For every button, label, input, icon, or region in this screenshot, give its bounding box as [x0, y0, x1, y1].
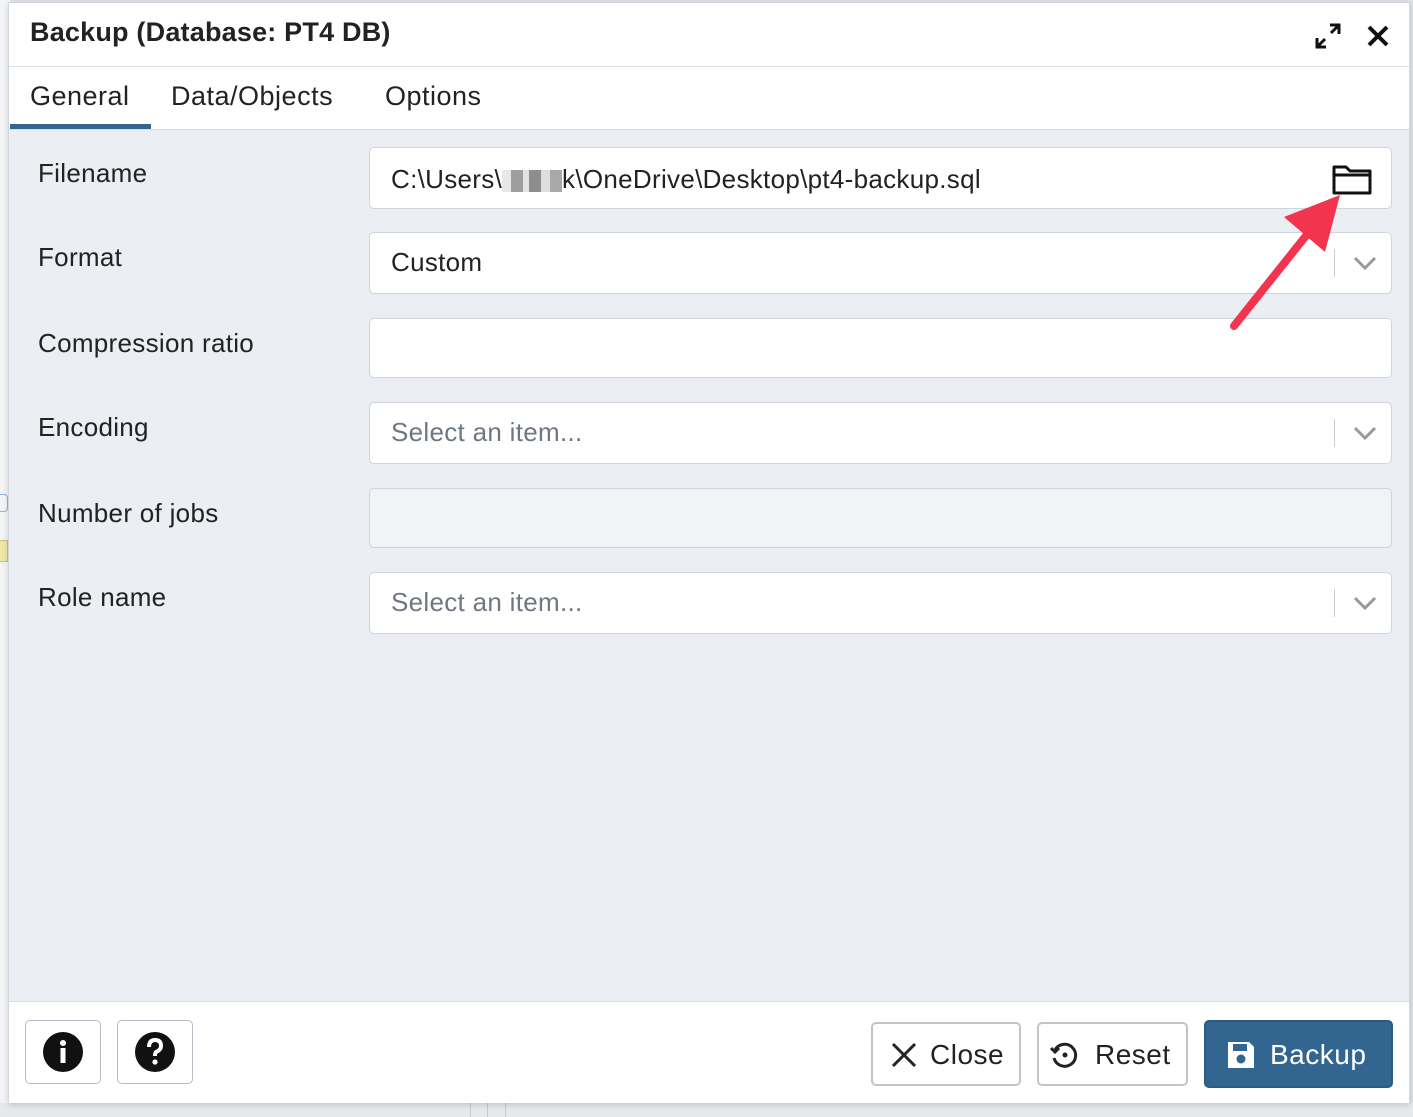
help-button[interactable] [117, 1020, 193, 1084]
expand-arrows-icon [1315, 23, 1341, 49]
role-label: Role name [38, 582, 167, 612]
encoding-label: Encoding [38, 412, 149, 442]
close-dialog-button[interactable] [1363, 21, 1393, 51]
role-placeholder: Select an item... [391, 587, 583, 617]
background-tree-node [0, 494, 8, 512]
active-tab-indicator [10, 124, 151, 129]
format-select[interactable]: Custom [369, 232, 1392, 294]
chevron-down-icon [1353, 596, 1377, 611]
dialog-footer: Close Reset Backup [9, 1001, 1409, 1103]
close-x-icon [1367, 25, 1389, 47]
close-button[interactable]: Close [871, 1022, 1021, 1086]
compression-input[interactable] [369, 318, 1392, 378]
backup-dialog: Backup (Database: PT4 DB) General Data/O… [8, 2, 1410, 1103]
jobs-input[interactable] [369, 488, 1392, 548]
reset-button-label: Reset [1095, 1039, 1171, 1070]
backup-button-label: Backup [1270, 1039, 1367, 1070]
save-icon [1228, 1042, 1254, 1068]
format-label: Format [38, 242, 123, 272]
compression-label: Compression ratio [38, 328, 255, 358]
tab-general[interactable]: General [30, 81, 130, 112]
help-icon [135, 1032, 175, 1072]
filename-label: Filename [38, 158, 148, 188]
chevron-down-icon [1353, 426, 1377, 441]
role-select[interactable]: Select an item... [369, 572, 1392, 634]
info-button[interactable] [25, 1020, 101, 1084]
filename-field[interactable]: C:\Users\ k\OneDrive\Desktop\pt4-backup.s… [369, 147, 1392, 209]
filename-value: C:\Users\ k\OneDrive\Desktop\pt4-backup.s… [391, 164, 981, 194]
tab-bar: General Data/Objects Options [9, 67, 1409, 130]
select-separator [1334, 419, 1335, 447]
tab-data-objects[interactable]: Data/Objects [171, 81, 333, 112]
background-tree-node-highlight [0, 540, 8, 562]
dialog-titlebar: Backup (Database: PT4 DB) [9, 3, 1409, 67]
select-separator [1334, 249, 1335, 277]
encoding-placeholder: Select an item... [391, 417, 583, 447]
chevron-down-icon [1353, 256, 1377, 271]
maximize-button[interactable] [1313, 21, 1343, 51]
backup-button[interactable]: Backup [1204, 1020, 1393, 1088]
background-bottom-strip [0, 1103, 1413, 1117]
info-icon [43, 1032, 83, 1072]
tab-options[interactable]: Options [385, 81, 482, 112]
close-x-icon [891, 1042, 917, 1068]
reset-icon [1049, 1042, 1078, 1068]
folder-icon[interactable] [1331, 162, 1373, 196]
reset-button[interactable]: Reset [1037, 1022, 1188, 1086]
encoding-select[interactable]: Select an item... [369, 402, 1392, 464]
dialog-title: Backup (Database: PT4 DB) [30, 17, 391, 47]
close-button-label: Close [930, 1039, 1005, 1070]
redacted-username [502, 170, 563, 193]
format-value: Custom [391, 247, 483, 277]
select-separator [1334, 589, 1335, 617]
jobs-label: Number of jobs [38, 498, 219, 528]
